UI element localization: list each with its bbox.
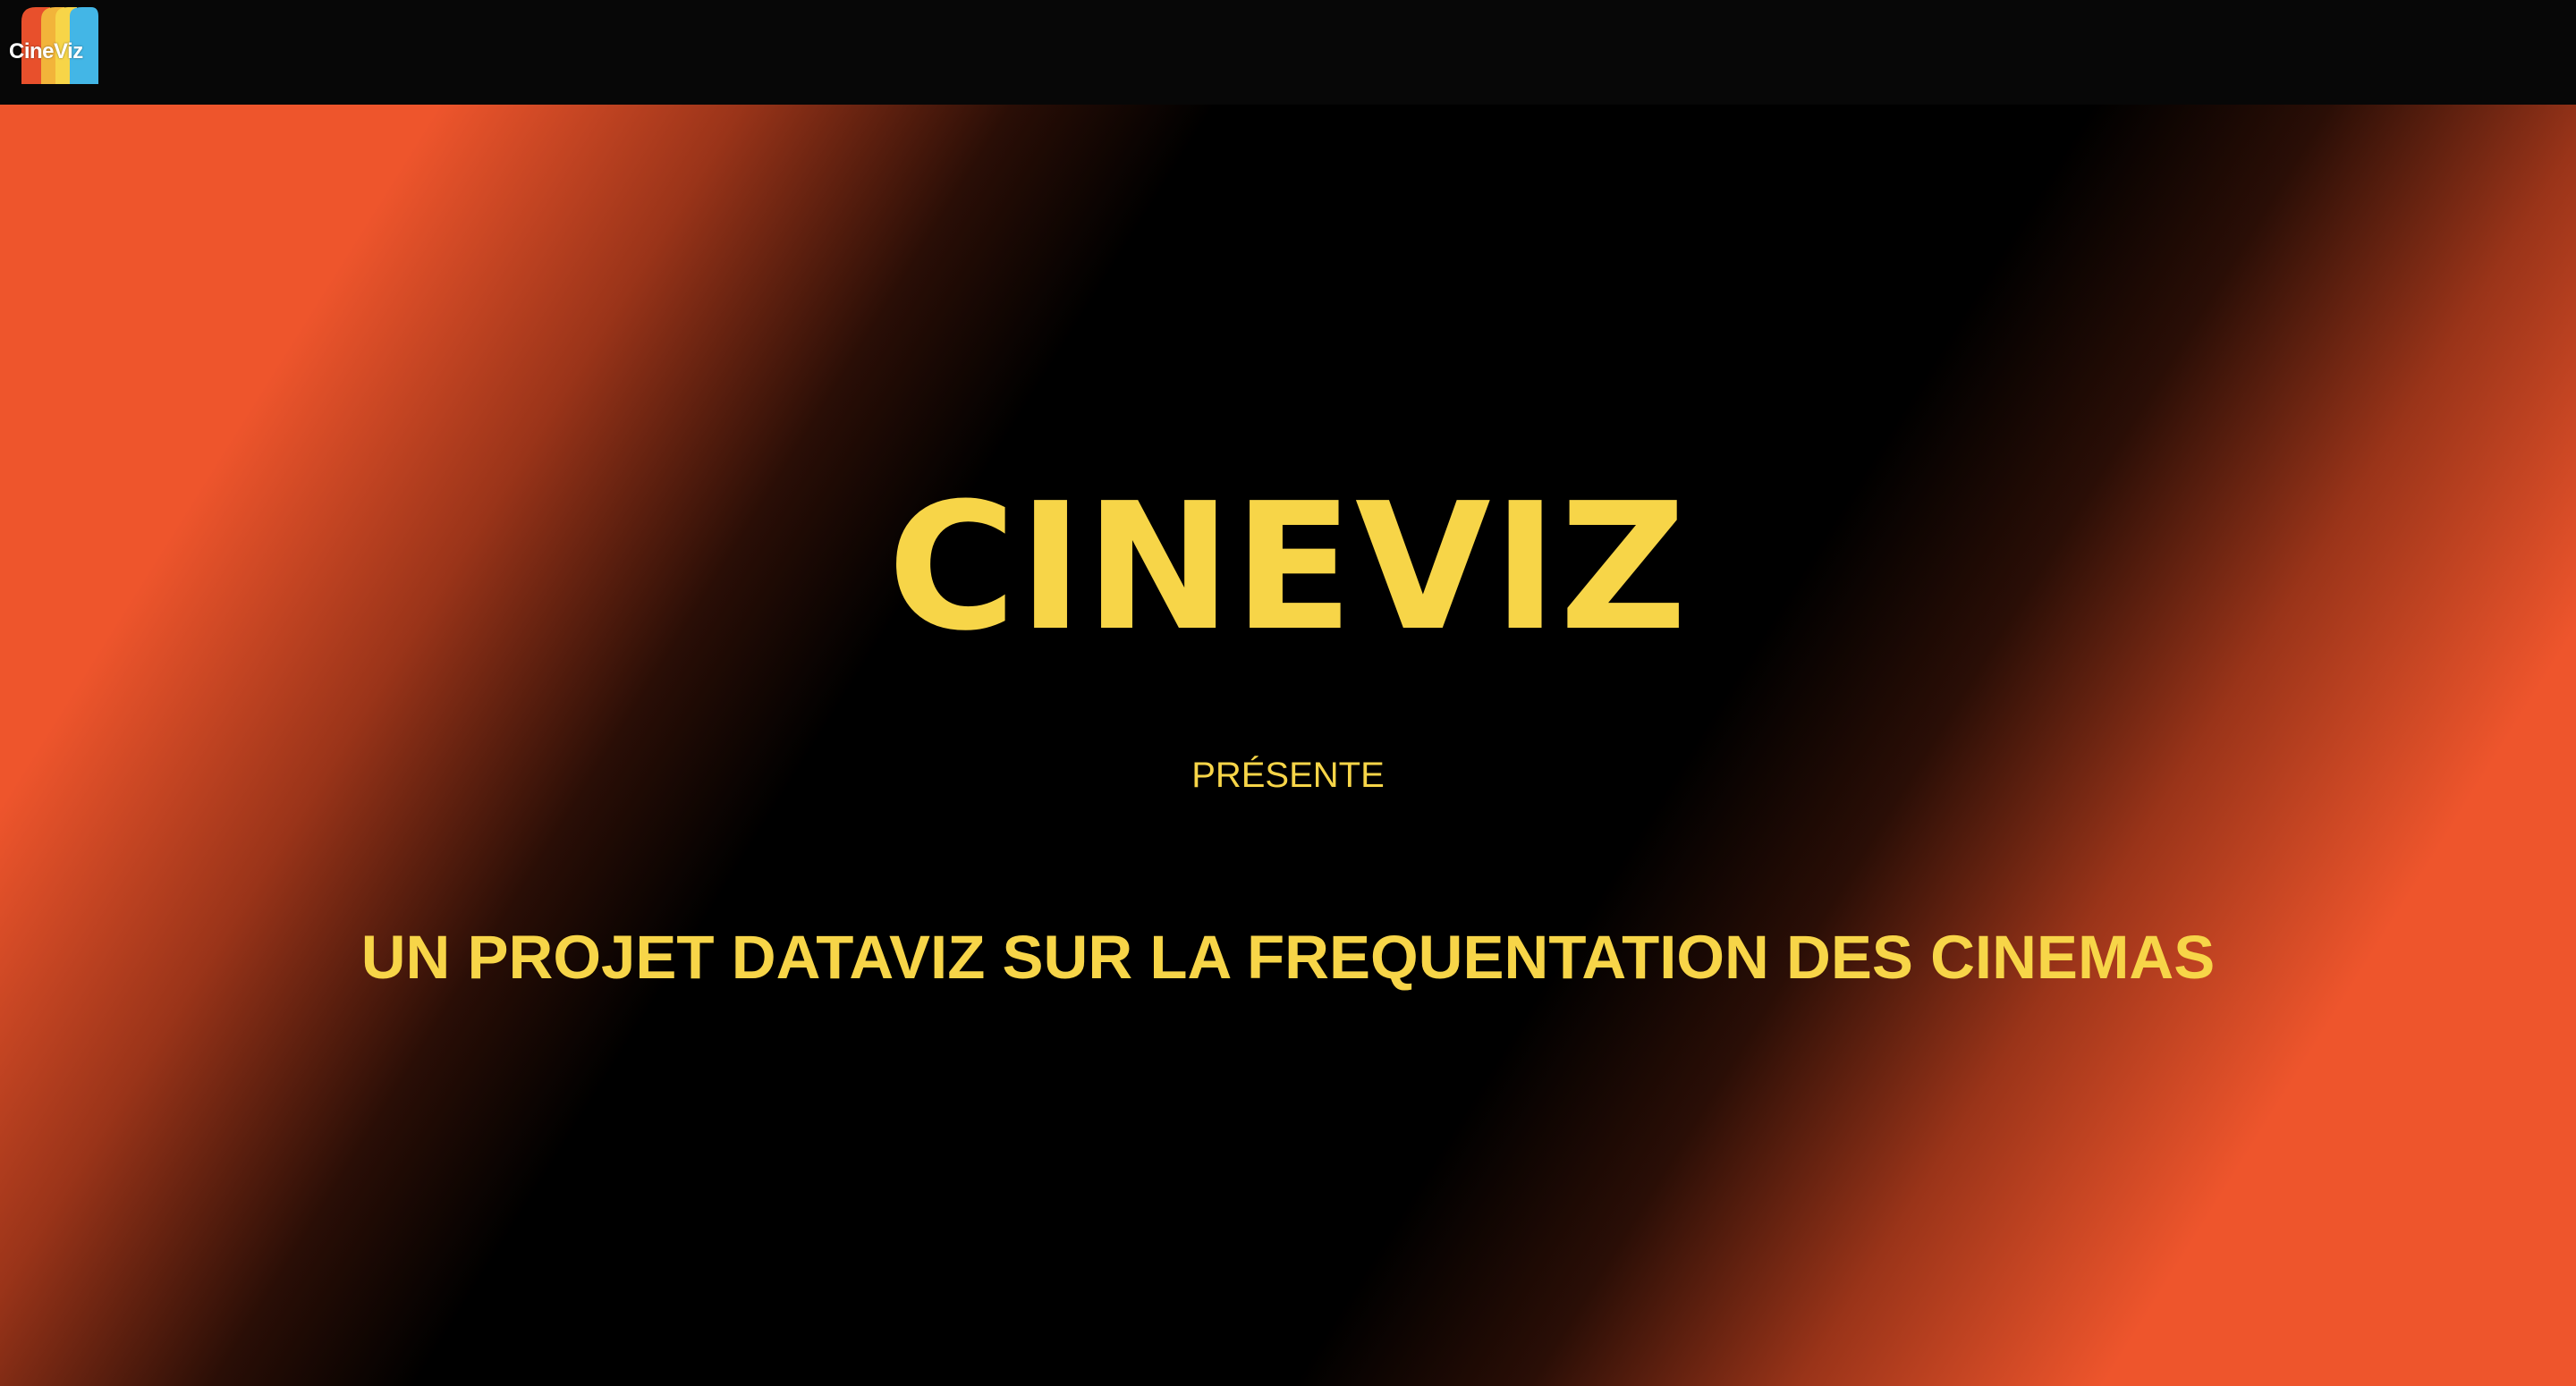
- hero-section: [0, 105, 2576, 1386]
- hero-kicker: PRÉSENTE: [1191, 756, 1385, 795]
- cineviz-logo[interactable]: CineViz: [5, 5, 98, 86]
- top-navigation-bar: CineViz: [0, 0, 2576, 105]
- logo-wordmark: CineViz: [9, 39, 83, 63]
- hero-title: CINEVIZ: [887, 466, 1689, 670]
- hero-subtitle: UN PROJET DATAVIZ SUR LA FREQUENTATION D…: [360, 923, 2216, 992]
